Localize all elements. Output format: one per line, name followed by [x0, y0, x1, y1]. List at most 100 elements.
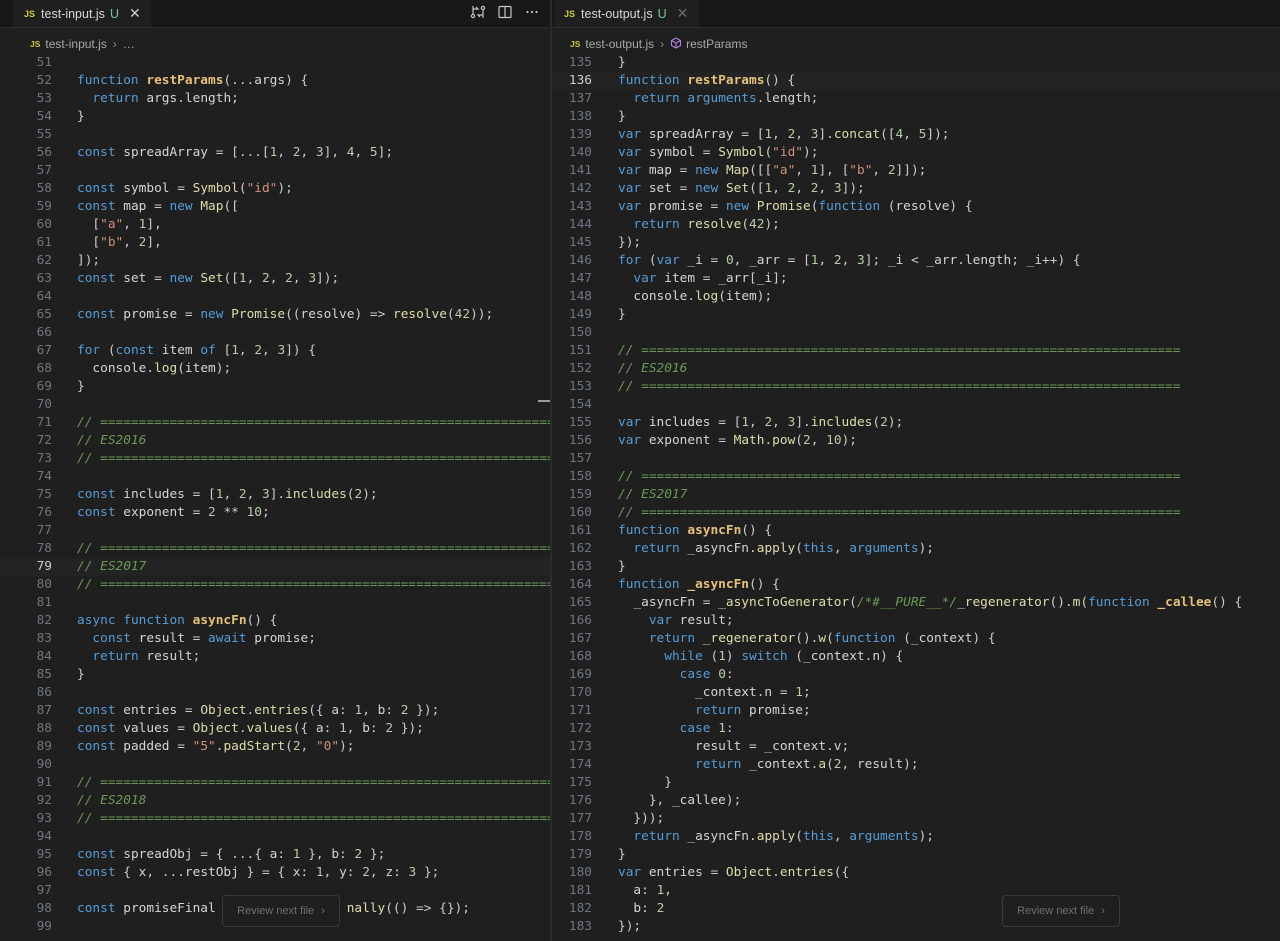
code-line[interactable]: 68 console.log(item);	[0, 360, 550, 378]
code-line[interactable]: 90	[0, 756, 550, 774]
code-line[interactable]: 170 _context.n = 1;	[552, 684, 1280, 702]
code-line[interactable]: 78 // ===================================…	[0, 540, 550, 558]
code-line[interactable]: 91 // ===================================…	[0, 774, 550, 792]
code-line[interactable]: 183});	[552, 918, 1280, 936]
code-line[interactable]: 154	[552, 396, 1280, 414]
code-line[interactable]: 175 }	[552, 774, 1280, 792]
code-line[interactable]: 62]);	[0, 252, 550, 270]
code-line[interactable]: 59 const map = new Map([	[0, 198, 550, 216]
code-line[interactable]: 166 var result;	[552, 612, 1280, 630]
split-editor-icon[interactable]	[497, 4, 513, 24]
code-line[interactable]: 177 }));	[552, 810, 1280, 828]
code-line[interactable]: 51	[0, 54, 550, 72]
tab-test-input[interactable]: JS test-input.js U ✕	[14, 0, 151, 27]
code-line[interactable]: 151 // ==================================…	[552, 342, 1280, 360]
review-next-file-button[interactable]: Review next file ›	[222, 895, 340, 927]
code-line[interactable]: 145});	[552, 234, 1280, 252]
code-line[interactable]: 60 ["a", 1],	[0, 216, 550, 234]
code-line[interactable]: 180 var entries = Object.entries({	[552, 864, 1280, 882]
breadcrumb-file[interactable]: test-input.js	[45, 37, 106, 51]
code-line[interactable]: 153 // ==================================…	[552, 378, 1280, 396]
breadcrumb-file[interactable]: test-output.js	[585, 37, 654, 51]
code-line[interactable]: 57	[0, 162, 550, 180]
code-line[interactable]: 82 async function asyncFn() {	[0, 612, 550, 630]
more-actions-icon[interactable]	[524, 4, 540, 24]
code-line[interactable]: 167 return _regenerator().w(function (_c…	[552, 630, 1280, 648]
code-line[interactable]: 168 while (1) switch (_context.n) {	[552, 648, 1280, 666]
code-line[interactable]: 149}	[552, 306, 1280, 324]
code-line[interactable]: 163}	[552, 558, 1280, 576]
code-line[interactable]: 169 case 0:	[552, 666, 1280, 684]
code-line[interactable]: 76 const exponent = 2 ** 10;	[0, 504, 550, 522]
code-line[interactable]: 65 const promise = new Promise((resolve) …	[0, 306, 550, 324]
code-line[interactable]: 164 function _asyncFn() {	[552, 576, 1280, 594]
code-line[interactable]: 136 function restParams() {	[552, 72, 1280, 90]
code-line[interactable]: 53 return args.length;	[0, 90, 550, 108]
code-line[interactable]: 89 const padded = "5".padStart(2, "0");	[0, 738, 550, 756]
code-line[interactable]: 161 function asyncFn() {	[552, 522, 1280, 540]
code-line[interactable]: 79 // ES2017	[0, 558, 550, 576]
code-line[interactable]: 137 return arguments.length;	[552, 90, 1280, 108]
code-line[interactable]: 72 // ES2016	[0, 432, 550, 450]
code-line[interactable]: 74	[0, 468, 550, 486]
tab-test-output[interactable]: JS test-output.js U ✕	[554, 0, 699, 27]
code-line[interactable]: 85}	[0, 666, 550, 684]
code-line[interactable]: 77	[0, 522, 550, 540]
code-line[interactable]: 86	[0, 684, 550, 702]
code-line[interactable]: 148 console.log(item);	[552, 288, 1280, 306]
code-line[interactable]: 54}	[0, 108, 550, 126]
code-line[interactable]: 87 const entries = Object.entries({ a: 1,…	[0, 702, 550, 720]
code-line[interactable]: 52 function restParams(...args) {	[0, 72, 550, 90]
code-line[interactable]: 159 // ES2017	[552, 486, 1280, 504]
code-line[interactable]: 181 a: 1,	[552, 882, 1280, 900]
code-line[interactable]: 144 return resolve(42);	[552, 216, 1280, 234]
code-line[interactable]: 143 var promise = new Promise(function (r…	[552, 198, 1280, 216]
code-line[interactable]: 155 var includes = [1, 2, 3].includes(2);	[552, 414, 1280, 432]
code-line[interactable]: 150	[552, 324, 1280, 342]
review-next-file-button[interactable]: Review next file ›	[1002, 895, 1120, 927]
code-line[interactable]: 75 const includes = [1, 2, 3].includes(2)…	[0, 486, 550, 504]
code-line[interactable]: 71 // ===================================…	[0, 414, 550, 432]
code-line[interactable]: 140 var symbol = Symbol("id");	[552, 144, 1280, 162]
code-line[interactable]: 156 var exponent = Math.pow(2, 10);	[552, 432, 1280, 450]
code-line[interactable]: 58 const symbol = Symbol("id");	[0, 180, 550, 198]
code-line[interactable]: 178 return _asyncFn.apply(this, argument…	[552, 828, 1280, 846]
code-line[interactable]: 179}	[552, 846, 1280, 864]
code-line[interactable]: 88 const values = Object.values({ a: 1, b…	[0, 720, 550, 738]
code-line[interactable]: 138}	[552, 108, 1280, 126]
code-area[interactable]: 135} 136 function restParams() {137 return…	[552, 54, 1280, 941]
code-line[interactable]: 92 // ES2018	[0, 792, 550, 810]
breadcrumb-ellipsis[interactable]: …	[123, 37, 135, 51]
close-icon[interactable]: ✕	[129, 5, 141, 22]
code-line[interactable]: 146 for (var _i = 0, _arr = [1, 2, 3]; _i…	[552, 252, 1280, 270]
code-line[interactable]: 69}	[0, 378, 550, 396]
code-line[interactable]: 182 b: 2	[552, 900, 1280, 918]
code-line[interactable]: 66	[0, 324, 550, 342]
code-line[interactable]: 64	[0, 288, 550, 306]
code-line[interactable]: 172 case 1:	[552, 720, 1280, 738]
code-line[interactable]: 84 return result;	[0, 648, 550, 666]
code-line[interactable]: 173 result = _context.v;	[552, 738, 1280, 756]
code-line[interactable]: 96 const { x, ...restObj } = { x: 1, y: 2…	[0, 864, 550, 882]
breadcrumb-symbol[interactable]: restParams	[686, 37, 747, 51]
code-line[interactable]: 70	[0, 396, 550, 414]
code-line[interactable]: 152 // ES2016	[552, 360, 1280, 378]
code-line[interactable]: 55	[0, 126, 550, 144]
code-line[interactable]: 63 const set = new Set([1, 2, 2, 3]);	[0, 270, 550, 288]
code-line[interactable]: 162 return _asyncFn.apply(this, argument…	[552, 540, 1280, 558]
close-icon[interactable]: ✕	[677, 5, 689, 22]
code-line[interactable]: 83 const result = await promise;	[0, 630, 550, 648]
code-line[interactable]: 139 var spreadArray = [1, 2, 3].concat([4…	[552, 126, 1280, 144]
code-line[interactable]: 56 const spreadArray = [...[1, 2, 3], 4, …	[0, 144, 550, 162]
code-line[interactable]: 95 const spreadObj = { ...{ a: 1 }, b: 2 …	[0, 846, 550, 864]
code-line[interactable]: 165 _asyncFn = _asyncToGenerator(/*#__PU…	[552, 594, 1280, 612]
compare-changes-icon[interactable]	[470, 4, 486, 24]
code-line[interactable]: 93 // ===================================…	[0, 810, 550, 828]
code-line[interactable]: 157	[552, 450, 1280, 468]
code-line[interactable]: 160 // ==================================…	[552, 504, 1280, 522]
code-line[interactable]: 147 var item = _arr[_i];	[552, 270, 1280, 288]
code-line[interactable]: 94	[0, 828, 550, 846]
code-line[interactable]: 67 for (const item of [1, 2, 3]) {	[0, 342, 550, 360]
code-line[interactable]: 80 // ===================================…	[0, 576, 550, 594]
code-line[interactable]: 171 return promise;	[552, 702, 1280, 720]
